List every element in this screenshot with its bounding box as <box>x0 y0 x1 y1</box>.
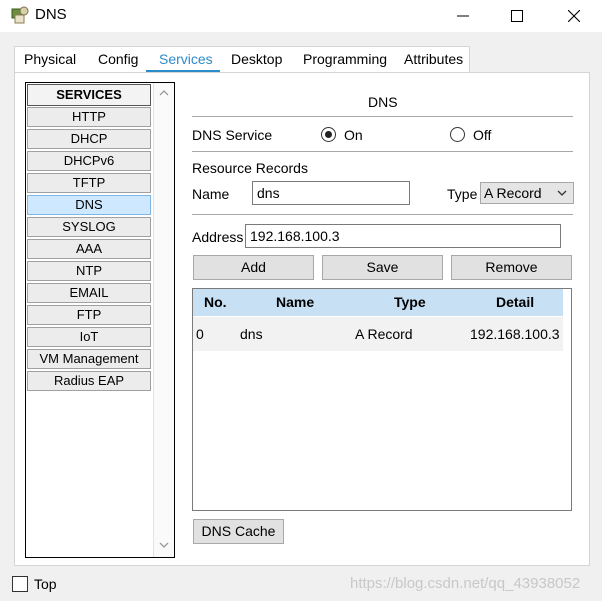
minimize-button[interactable] <box>440 0 486 32</box>
divider <box>192 214 573 215</box>
sidebar-item-vm-management[interactable]: VM Management <box>27 349 151 369</box>
sidebar-item-ftp[interactable]: FTP <box>27 305 151 325</box>
sidebar-item-dhcp[interactable]: DHCP <box>27 129 151 149</box>
dns-on-label: On <box>344 127 363 143</box>
tab-services[interactable]: Services <box>159 51 213 67</box>
type-select[interactable]: A Record <box>480 182 574 204</box>
dns-off-radio[interactable] <box>450 127 465 142</box>
sidebar-item-aaa[interactable]: AAA <box>27 239 151 259</box>
chevron-down-icon <box>557 190 567 196</box>
resource-records-label: Resource Records <box>192 160 308 176</box>
minimize-icon <box>457 15 469 17</box>
address-input[interactable]: 192.168.100.3 <box>245 224 561 248</box>
remove-button[interactable]: Remove <box>451 255 572 280</box>
sidebar-item-dns[interactable]: DNS <box>27 195 151 215</box>
services-header: SERVICES <box>27 84 151 106</box>
column-header-type: Type <box>394 294 426 310</box>
services-panel: SERVICES HTTP DHCP DHCPv6 TFTP DNS SYSLO… <box>14 72 590 566</box>
window-title: DNS <box>35 6 67 23</box>
tab-programming[interactable]: Programming <box>303 51 387 67</box>
tab-desktop[interactable]: Desktop <box>231 51 282 67</box>
sidebar-item-radius-eap[interactable]: Radius EAP <box>27 371 151 391</box>
name-label: Name <box>192 186 230 202</box>
dns-off-label: Off <box>473 127 492 143</box>
table-row[interactable]: 0 dns A Record 192.168.100.3 <box>193 317 563 351</box>
app-icon <box>11 6 29 24</box>
maximize-button[interactable] <box>494 0 540 32</box>
dns-service-label: DNS Service <box>192 127 273 143</box>
sidebar-item-http[interactable]: HTTP <box>27 107 151 127</box>
add-button[interactable]: Add <box>193 255 314 280</box>
bottom-bar: Top https://blog.csdn.net/qq_43938052 <box>0 568 602 601</box>
title-bar: DNS <box>0 0 602 32</box>
close-button[interactable] <box>551 0 597 32</box>
close-icon <box>568 10 580 22</box>
maximize-icon <box>511 10 523 22</box>
type-select-value: A Record <box>484 185 542 201</box>
address-label: Address <box>192 229 244 245</box>
sidebar-item-email[interactable]: EMAIL <box>27 283 151 303</box>
dns-on-radio[interactable] <box>321 127 336 142</box>
sidebar-item-tftp[interactable]: TFTP <box>27 173 151 193</box>
tab-physical[interactable]: Physical <box>24 51 76 67</box>
column-header-no: No. <box>204 294 227 310</box>
dns-cache-button[interactable]: DNS Cache <box>193 519 284 544</box>
sidebar-item-ntp[interactable]: NTP <box>27 261 151 281</box>
name-input[interactable]: dns <box>252 181 410 205</box>
tab-attributes[interactable]: Attributes <box>404 51 463 67</box>
top-label: Top <box>34 576 57 592</box>
services-sidebar: SERVICES HTTP DHCP DHCPv6 TFTP DNS SYSLO… <box>25 82 175 558</box>
radio-selected-dot <box>325 131 332 138</box>
watermark: https://blog.csdn.net/qq_43938052 <box>350 575 581 592</box>
cell-name: dns <box>240 326 263 342</box>
tab-bar: Physical Config Services Desktop Program… <box>14 46 470 73</box>
dns-records-table: No. Name Type Detail 0 dns A Record 192.… <box>192 288 572 511</box>
type-label: Type <box>447 186 478 202</box>
dns-settings: DNS DNS Service On Off Resource Records … <box>191 73 581 567</box>
save-button[interactable]: Save <box>322 255 443 280</box>
sidebar-item-iot[interactable]: IoT <box>27 327 151 347</box>
scroll-down-icon[interactable] <box>159 542 169 549</box>
divider <box>192 151 573 152</box>
sidebar-scrollbar[interactable] <box>153 83 174 557</box>
sidebar-item-syslog[interactable]: SYSLOG <box>27 217 151 237</box>
cell-detail: 192.168.100.3 <box>470 326 560 342</box>
column-header-name: Name <box>276 294 315 310</box>
cell-type: A Record <box>355 326 413 342</box>
column-header-detail: Detail <box>496 294 535 310</box>
cell-no: 0 <box>196 326 204 342</box>
dns-heading: DNS <box>368 94 398 110</box>
tab-config[interactable]: Config <box>98 51 138 67</box>
divider <box>192 116 573 117</box>
scroll-up-icon[interactable] <box>159 89 169 96</box>
table-header: No. Name Type Detail <box>193 289 563 316</box>
top-checkbox[interactable] <box>12 576 28 592</box>
sidebar-item-dhcpv6[interactable]: DHCPv6 <box>27 151 151 171</box>
